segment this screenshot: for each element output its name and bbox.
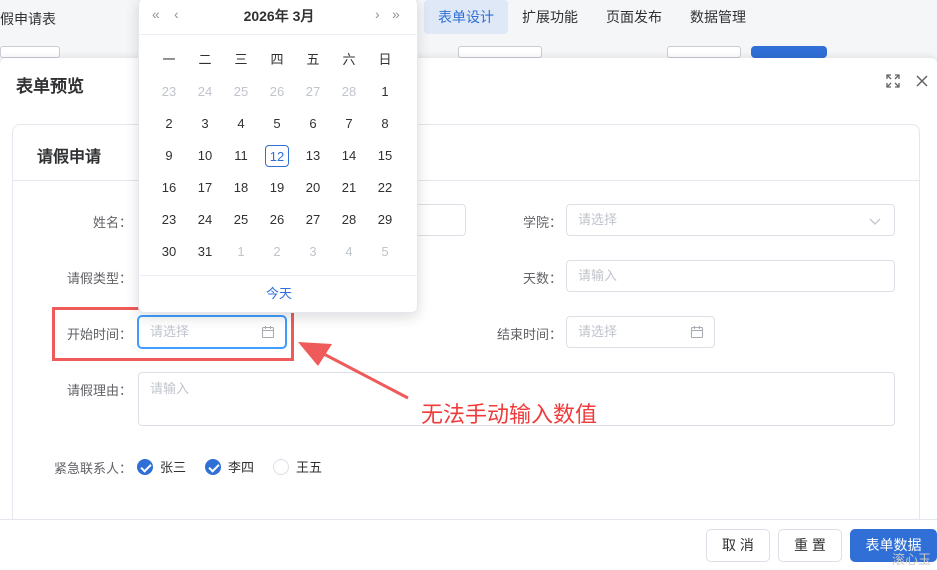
weekday-header: 二	[198, 52, 212, 67]
toolbar-button[interactable]	[667, 46, 741, 58]
modal-footer: 取 消 重 置 表单数据	[0, 519, 937, 570]
college-label: 学院：	[522, 215, 562, 230]
calendar-day[interactable]: 30	[157, 241, 181, 263]
calendar-day[interactable]: 15	[373, 145, 397, 167]
toolbar-segment	[0, 46, 60, 58]
annotation-arrow-icon	[298, 342, 409, 400]
calendar-day[interactable]: 23	[157, 209, 181, 231]
calendar-day[interactable]: 31	[193, 241, 217, 263]
calendar-day[interactable]: 7	[337, 113, 361, 135]
calendar-day[interactable]: 1	[373, 81, 397, 103]
fullscreen-icon[interactable]	[885, 73, 901, 89]
next-month-button[interactable]: ›	[375, 6, 380, 22]
app-nav: 表单设计 扩展功能 页面发布 数据管理	[424, 0, 760, 38]
end-time-picker[interactable]: 请选择	[566, 316, 715, 348]
calendar-day[interactable]: 20	[301, 177, 325, 199]
days-label: 天数：	[522, 271, 562, 286]
date-picker-popup: « ‹ 2026年 3月 › » 一二三四五六日 23 24 25 26 27 28 1 2 3…	[138, 0, 419, 313]
calendar-day[interactable]: 25	[229, 81, 253, 103]
weekday-header: 六	[342, 52, 356, 67]
calendar-day[interactable]: 16	[157, 177, 181, 199]
calendar-day[interactable]: 24	[193, 209, 217, 231]
checkbox-checked-icon	[137, 458, 153, 475]
contact-label: 李四	[228, 460, 255, 475]
chevron-down-icon	[869, 218, 881, 225]
calendar-day[interactable]: 4	[229, 113, 253, 135]
cancel-button[interactable]: 取 消	[706, 529, 770, 562]
today-button[interactable]: 今天	[139, 275, 419, 313]
calendar-day[interactable]: 23	[157, 81, 181, 103]
calendar-day[interactable]: 14	[337, 145, 361, 167]
nav-form-design[interactable]: 表单设计	[424, 0, 508, 34]
reason-placeholder: 请输入	[150, 381, 190, 396]
checkbox-unchecked-icon	[273, 458, 289, 475]
weekday-header: 三	[234, 52, 248, 67]
end-time-placeholder: 请选择	[578, 324, 618, 339]
leave-type-label: 请假类型：	[66, 271, 132, 286]
weekday-header: 五	[306, 52, 320, 67]
reset-button[interactable]: 重 置	[778, 529, 842, 562]
end-time-label: 结束时间：	[496, 327, 562, 342]
contacts-label: 紧急联系人：	[53, 461, 132, 476]
toolbar-primary-button[interactable]	[751, 46, 827, 58]
calendar-day[interactable]: 21	[337, 177, 361, 199]
annotation-text: 无法手动输入数值	[421, 402, 598, 427]
calendar-day[interactable]: 29	[373, 209, 397, 231]
calendar-day[interactable]: 5	[265, 113, 289, 135]
contact-checkbox-zhangsan[interactable]: 张三	[137, 457, 186, 476]
calendar-day[interactable]: 8	[373, 113, 397, 135]
weekday-header: 日	[378, 52, 392, 67]
next-year-button[interactable]: »	[392, 6, 400, 22]
calendar-day[interactable]: 2	[157, 113, 181, 135]
college-placeholder: 请选择	[578, 212, 618, 227]
weekday-header: 一	[162, 52, 176, 67]
calendar-day[interactable]: 5	[373, 241, 397, 263]
calendar-day-today[interactable]: 12	[265, 145, 289, 167]
reason-label: 请假理由：	[66, 383, 132, 398]
weekday-header: 四	[270, 52, 284, 67]
watermark: 滚心玉	[891, 552, 931, 567]
date-picker-header: « ‹ 2026年 3月 › »	[139, 0, 419, 35]
calendar-day[interactable]: 26	[265, 209, 289, 231]
days-input[interactable]: 请输入	[566, 260, 895, 292]
contact-checkbox-wangwu[interactable]: 王五	[273, 457, 322, 476]
calendar-day[interactable]: 9	[157, 145, 181, 167]
calendar-day[interactable]: 6	[301, 113, 325, 135]
toolbar-view-toggle[interactable]	[458, 46, 542, 58]
contact-label: 张三	[160, 460, 187, 475]
calendar-icon	[690, 326, 704, 339]
calendar-day[interactable]: 2	[265, 241, 289, 263]
calendar-day[interactable]: 19	[265, 177, 289, 199]
calendar-day[interactable]: 18	[229, 177, 253, 199]
days-placeholder: 请输入	[578, 268, 618, 283]
calendar-day[interactable]: 28	[337, 81, 361, 103]
nav-extensions[interactable]: 扩展功能	[508, 0, 592, 34]
calendar-day[interactable]: 22	[373, 177, 397, 199]
name-label: 姓名：	[92, 215, 132, 230]
calendar-day[interactable]: 10	[193, 145, 217, 167]
checkbox-checked-icon	[205, 458, 221, 475]
calendar-day[interactable]: 13	[301, 145, 325, 167]
calendar-day[interactable]: 4	[337, 241, 361, 263]
contact-checkbox-lisi[interactable]: 李四	[205, 457, 254, 476]
calendar-day[interactable]: 27	[301, 209, 325, 231]
contact-label: 王五	[296, 460, 323, 475]
calendar-day[interactable]: 27	[301, 81, 325, 103]
close-icon[interactable]	[914, 73, 930, 89]
college-select[interactable]: 请选择	[566, 204, 895, 236]
calendar-day[interactable]: 26	[265, 81, 289, 103]
calendar-day[interactable]: 17	[193, 177, 217, 199]
calendar-day[interactable]: 11	[229, 145, 253, 167]
calendar-day[interactable]: 24	[193, 81, 217, 103]
modal-title: 表单预览	[16, 77, 84, 96]
calendar-day[interactable]: 3	[193, 113, 217, 135]
nav-data-manage[interactable]: 数据管理	[676, 0, 760, 34]
calendar-day[interactable]: 28	[337, 209, 361, 231]
calendar-day[interactable]: 3	[301, 241, 325, 263]
app-title: 假申请表	[0, 11, 56, 27]
calendar-day[interactable]: 1	[229, 241, 253, 263]
nav-publish[interactable]: 页面发布	[592, 0, 676, 34]
calendar-day[interactable]: 25	[229, 209, 253, 231]
annotation-highlight-box	[52, 307, 294, 361]
